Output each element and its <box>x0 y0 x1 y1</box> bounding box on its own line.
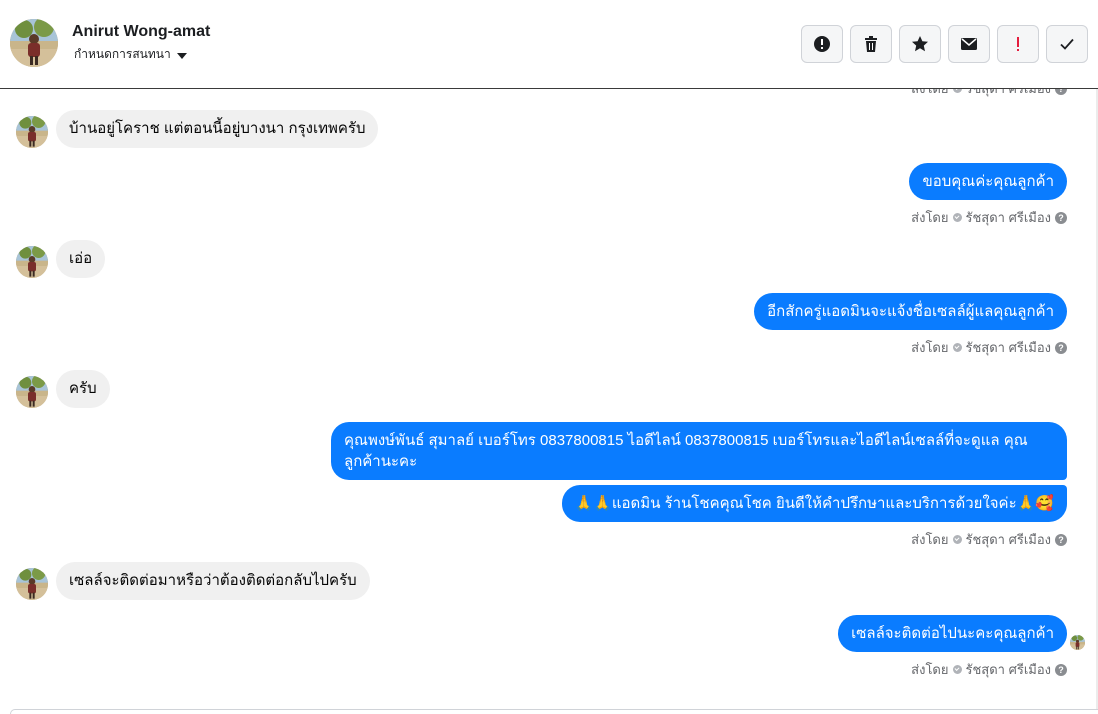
sent-by-label: ส่งโดย <box>911 340 949 355</box>
sent-by-line: ส่งโดย รัชสุดา ศรีเมือง ? <box>911 89 1067 99</box>
delete-button[interactable] <box>850 25 892 63</box>
contact-avatar[interactable] <box>10 19 58 67</box>
sent-by-label: ส่งโดย <box>911 662 949 677</box>
sender-name: รัชสุดา ศรีเมือง <box>965 532 1052 547</box>
star-icon <box>912 36 928 52</box>
contact-avatar-small[interactable] <box>16 246 48 278</box>
conversation-actions <box>801 25 1088 63</box>
help-icon[interactable]: ? <box>1055 89 1067 95</box>
star-button[interactable] <box>899 25 941 63</box>
sent-by-line: ส่งโดย รัชสุดา ศรีเมือง ? <box>911 659 1067 680</box>
incoming-message[interactable]: ครับ <box>56 370 110 408</box>
outgoing-message[interactable]: เซลล์จะติดต่อไปนะคะคุณลูกค้า <box>838 615 1067 652</box>
assign-conversation-label: กำหนดการสนทนา <box>74 47 171 61</box>
outgoing-message[interactable]: คุณพงษ์พันธ์ สุมาลย์ เบอร์โทร 0837800815… <box>331 422 1067 480</box>
sent-by-line: ส่งโดย รัชสุดา ศรีเมือง ? <box>911 529 1067 550</box>
envelope-icon <box>961 38 977 50</box>
sent-by-label: ส่งโดย <box>911 532 949 547</box>
contact-avatar-small[interactable] <box>16 116 48 148</box>
sender-name: รัชสุดา ศรีเมือง <box>965 662 1052 677</box>
sender-name: รัชสุดา ศรีเมือง <box>965 210 1052 225</box>
help-icon[interactable]: ? <box>1055 663 1067 676</box>
sent-check-icon <box>952 213 962 222</box>
outgoing-message[interactable]: ขอบคุณค่ะคุณลูกค้า <box>909 163 1067 200</box>
contact-avatar-small[interactable] <box>16 568 48 600</box>
caret-down-icon <box>176 52 187 59</box>
sent-by-label: ส่งโดย <box>911 210 949 225</box>
outgoing-message[interactable]: อีกสักครู่แอดมินจะแจ้งชื่อเซลล์ผู้แลคุณล… <box>754 293 1067 330</box>
help-icon[interactable]: ? <box>1055 341 1067 354</box>
message-composer[interactable] <box>10 709 1098 714</box>
assign-conversation-dropdown[interactable]: กำหนดการสนทนา <box>74 45 187 64</box>
checkmark-icon <box>1060 38 1074 50</box>
sent-check-icon <box>952 89 962 93</box>
incoming-message[interactable]: บ้านอยู่โคราช แต่ตอนนี้อยู่บางนา กรุงเทพ… <box>56 110 379 148</box>
mark-done-button[interactable] <box>1046 25 1088 63</box>
sent-check-icon <box>952 665 962 674</box>
outgoing-message[interactable]: 🙏🙏แอดมิน ร้านโชคคุณโชค ยินดีให้คำปรึกษาแ… <box>561 485 1067 522</box>
sender-name: รัชสุดา ศรีเมือง <box>966 89 1052 99</box>
sent-by-line: ส่งโดย รัชสุดา ศรีเมือง ? <box>911 337 1067 358</box>
incoming-message[interactable]: เซลล์จะติดต่อมาหรือว่าต้องติดต่อกลับไปคร… <box>56 562 370 600</box>
incoming-message[interactable]: เอ่อ <box>56 240 106 278</box>
exclamation-icon <box>1017 37 1019 51</box>
message-thread[interactable]: ส่งโดย รัชสุดา ศรีเมือง ? บ้านอยู่โคราช … <box>0 89 1098 709</box>
alert-circle-icon <box>814 36 830 52</box>
flag-button[interactable] <box>997 25 1039 63</box>
conversation-header: Anirut Wong-amat กำหนดการสนทนา <box>0 0 1098 89</box>
sent-check-icon <box>952 343 962 352</box>
contact-avatar-small[interactable] <box>16 376 48 408</box>
sender-name: รัชสุดา ศรีเมือง <box>965 340 1052 355</box>
sent-check-icon <box>952 535 962 544</box>
contact-name[interactable]: Anirut Wong-amat <box>72 23 210 41</box>
mark-unread-button[interactable] <box>948 25 990 63</box>
help-icon[interactable]: ? <box>1055 533 1067 546</box>
sent-by-line: ส่งโดย รัชสุดา ศรีเมือง ? <box>911 207 1067 228</box>
sent-by-label: ส่งโดย <box>911 89 948 99</box>
help-icon[interactable]: ? <box>1055 211 1067 224</box>
seen-by-avatar <box>1070 635 1085 650</box>
trash-icon <box>865 36 877 52</box>
report-button[interactable] <box>801 25 843 63</box>
